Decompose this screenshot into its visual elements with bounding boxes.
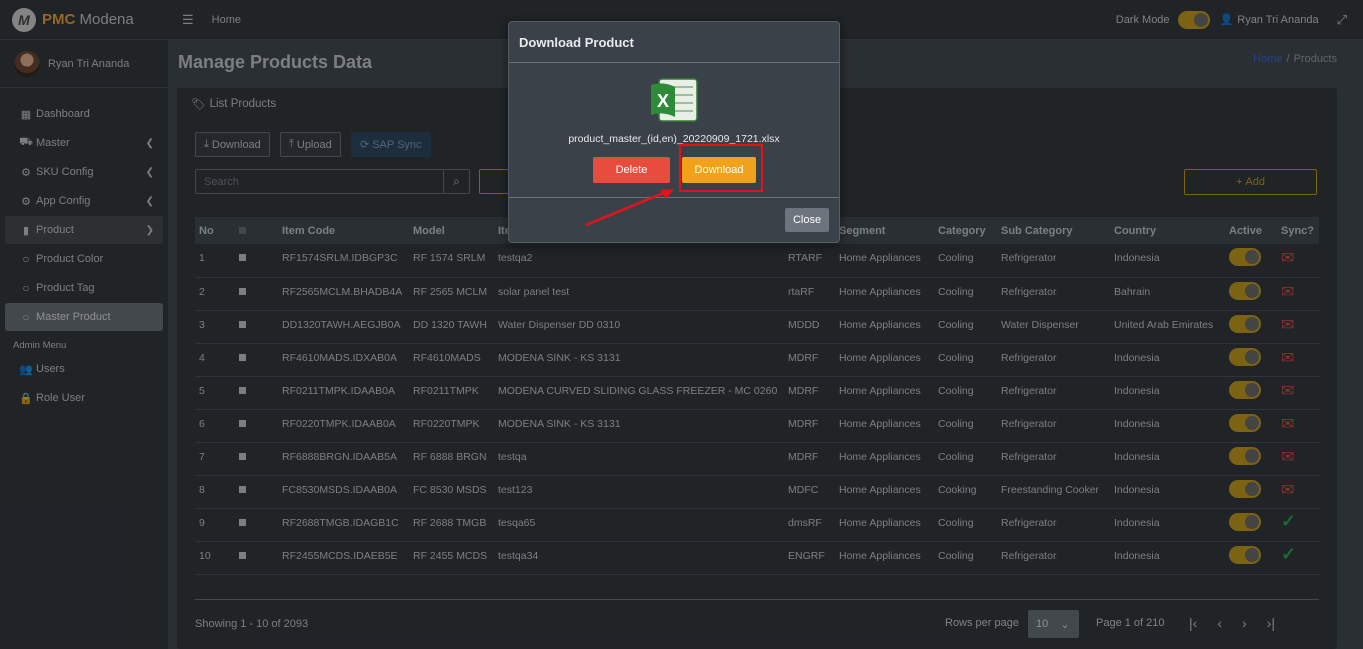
- excel-file-icon: X: [651, 78, 698, 122]
- annotation-arrow-icon: [585, 189, 674, 227]
- svg-text:X: X: [657, 91, 669, 111]
- file-name: product_master_(id,en)_20220909_1721.xls…: [568, 133, 780, 145]
- close-button[interactable]: Close: [785, 208, 829, 232]
- delete-button[interactable]: Delete: [593, 157, 670, 183]
- highlight-box: [679, 144, 763, 192]
- modal-title: Download Product: [509, 22, 839, 63]
